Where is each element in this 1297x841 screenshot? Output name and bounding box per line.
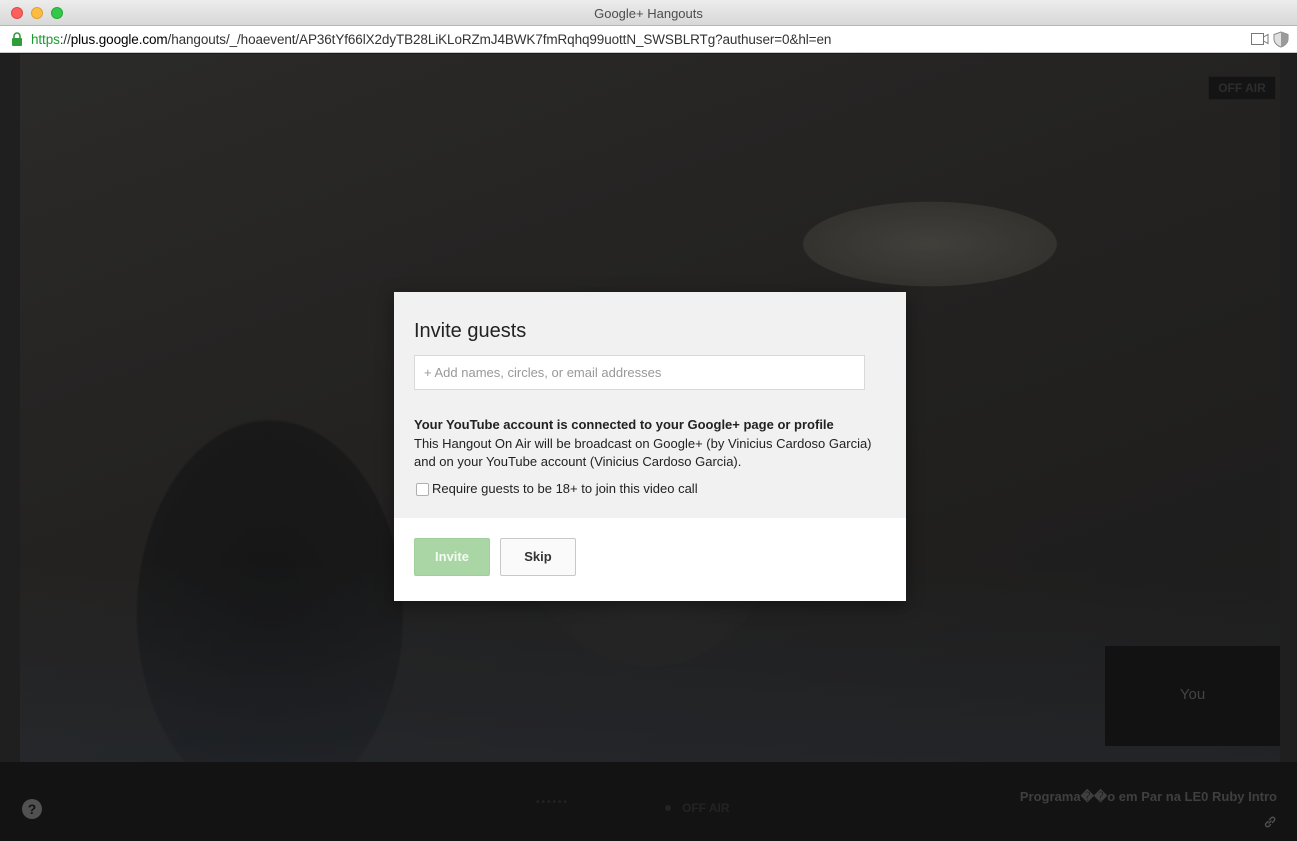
window-titlebar: Google+ Hangouts xyxy=(0,0,1297,26)
url-scheme: https xyxy=(31,32,60,47)
camera-icon[interactable] xyxy=(1251,32,1269,46)
age-restriction-checkbox[interactable] xyxy=(416,483,429,496)
dialog-title: Invite guests xyxy=(414,320,527,342)
lock-icon xyxy=(12,32,22,46)
dialog-footer: Invite Skip xyxy=(394,518,906,601)
invite-guests-input[interactable] xyxy=(414,355,865,390)
skip-button[interactable]: Skip xyxy=(500,538,576,576)
age-restriction-label[interactable]: Require guests to be 18+ to join this vi… xyxy=(432,481,698,496)
window-title: Google+ Hangouts xyxy=(594,6,703,21)
url-text[interactable]: https://plus.google.com/hangouts/_/hoaev… xyxy=(31,32,831,47)
url-path: /hangouts/_/hoaevent/AP36tYf66lX2dyTB28L… xyxy=(167,32,832,47)
youtube-connected-heading: Your YouTube account is connected to you… xyxy=(414,417,834,432)
invite-button[interactable]: Invite xyxy=(414,538,490,576)
shield-icon[interactable] xyxy=(1273,31,1289,48)
broadcast-info-text: This Hangout On Air will be broadcast on… xyxy=(414,436,872,469)
invite-guests-dialog: Invite guests Your YouTube account is co… xyxy=(394,292,906,601)
url-host: plus.google.com xyxy=(70,32,168,47)
address-bar[interactable]: https://plus.google.com/hangouts/_/hoaev… xyxy=(0,26,1297,53)
url-separator: :// xyxy=(59,32,71,47)
